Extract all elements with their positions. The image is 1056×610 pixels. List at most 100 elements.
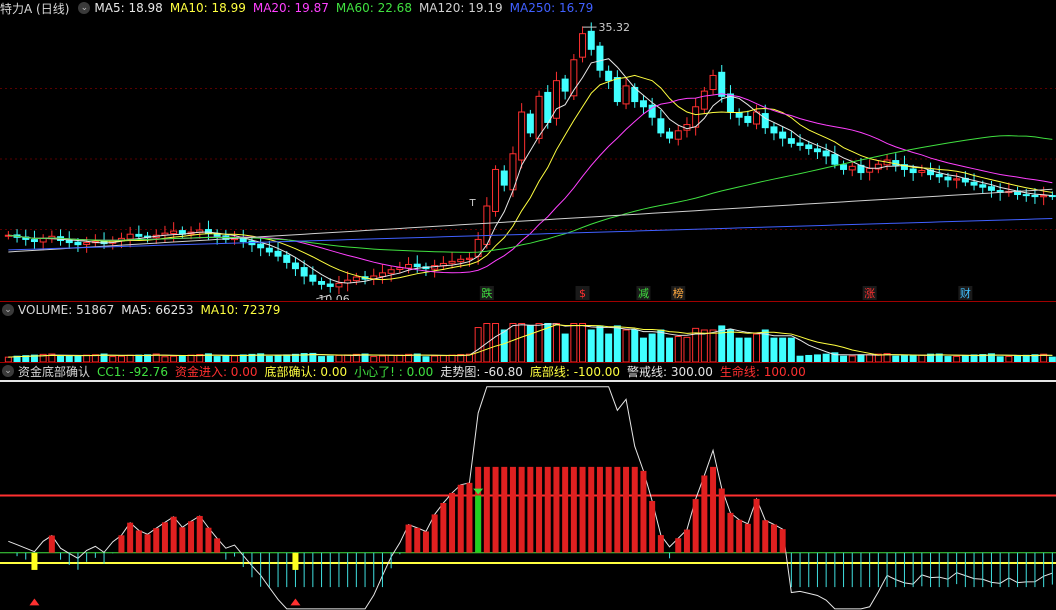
capital-inflow-bar [188,521,195,553]
capital-inflow-bar [544,466,551,553]
capital-inflow-bar [631,466,638,553]
candle-body [770,126,778,134]
capital-inflow-bar [170,516,177,553]
volume-bar [726,329,734,362]
candle-body [518,111,526,161]
candle-body [909,168,917,174]
capital-inflow-bar [553,466,560,553]
candle-body [405,263,413,269]
volume-bar [344,354,352,362]
volume-bar [674,336,682,362]
bottom-signal-arrow [290,598,301,606]
candle-body [457,258,465,263]
volume-bar [639,337,647,362]
candle-body [291,262,299,270]
candle-body [526,113,534,134]
capital-inflow-bar [753,498,760,553]
price-chart[interactable]: 35.32 10.06 T 跌 $ 减 榜 涨 财 [0,0,1056,300]
capital-inflow-bar [422,531,429,553]
volume-bar [822,353,830,362]
volume-pane[interactable]: ⌄ VOLUME: 51867 MA5: 66253 MA10: 72379 [0,302,1056,362]
caution-arrow [473,488,484,495]
capital-inflow-bar [744,523,751,553]
capital-inflow-bar [48,535,55,553]
volume-bar [83,354,91,362]
candle-body [283,254,291,263]
capital-inflow-bar [614,466,621,553]
volume-bar [500,329,508,362]
capital-inflow-bar [483,466,490,553]
candle-body [848,165,856,171]
volume-bar [448,354,456,362]
candle-body [335,282,343,288]
capital-inflow-bar [710,466,717,553]
candle-body [535,95,543,139]
volume-bar [396,354,404,362]
high-price-label: 35.32 [599,21,631,34]
capital-inflow-bar [440,502,447,553]
candle-body [822,150,830,157]
volume-bar [866,354,874,362]
candle-body [465,257,473,260]
volume-bar [587,329,595,362]
capital-inflow-bar [727,512,734,553]
capital-inflow-bar [736,519,743,553]
volume-bar [526,325,534,362]
candle-body [718,71,726,97]
candle-body [979,184,987,188]
volume-bar [683,336,691,362]
capital-inflow-bar [127,522,134,553]
event-tag: 财 [960,286,971,300]
candle-body [779,131,787,139]
candle-body [918,169,926,173]
candle-body [970,181,978,186]
event-tag: 涨 [864,287,875,300]
candle-body [65,239,73,244]
candle-body [666,131,674,139]
capital-inflow-bar [414,527,421,553]
volume-bar [474,327,482,362]
volume-bar [622,329,630,362]
low-price-label: 10.06 [318,293,350,300]
capital-inflow-bar [570,466,577,553]
bottom-confirm-bar [292,552,299,570]
volume-bar [613,325,621,362]
volume-bar [561,333,569,362]
capital-inflow-bar [623,466,630,553]
capital-inflow-bar [161,522,168,553]
candle-body [579,33,587,58]
candle-body [561,78,569,92]
capital-inflow-bar [779,529,786,553]
candle-body [413,263,421,268]
volume-bar [579,323,587,362]
candle-body [639,100,647,108]
candle-body [448,260,456,264]
volume-chart[interactable] [0,302,1056,362]
volume-bar [535,323,543,362]
capital-inflow-bar [135,530,142,553]
volume-bar [735,337,743,362]
indicator-chart[interactable] [0,363,1056,610]
capital-inflow-bar [657,535,664,553]
volume-bar [631,329,639,362]
volume-bar [605,333,613,362]
capital-inflow-bar [675,538,682,553]
volume-bar [657,329,665,362]
event-tag: $ [579,287,586,300]
capital-inflow-bar [405,524,412,553]
volume-bar [700,329,708,362]
capital-inflow-bar [649,500,656,553]
price-pane[interactable]: 特力A (日线) ⌄ MA5: 18.98 MA10: 18.99 MA20: 19… [0,0,1056,300]
candle-body [239,238,247,243]
capital-inflow-bar [518,466,525,553]
candle-body [813,148,821,153]
volume-bar [518,323,526,362]
volume-bar [187,354,195,362]
volume-bar [1022,354,1030,362]
capital-inflow-bar [605,466,612,553]
capital-inflow-bar [118,535,125,553]
candle-body [30,239,38,243]
indicator-pane[interactable]: ⌄ 资金底部确认 CC1: -92.76 资金进入: 0.00 底部确认: 0.00 小… [0,363,1056,610]
candle-body [605,70,613,82]
volume-bar [283,354,291,362]
